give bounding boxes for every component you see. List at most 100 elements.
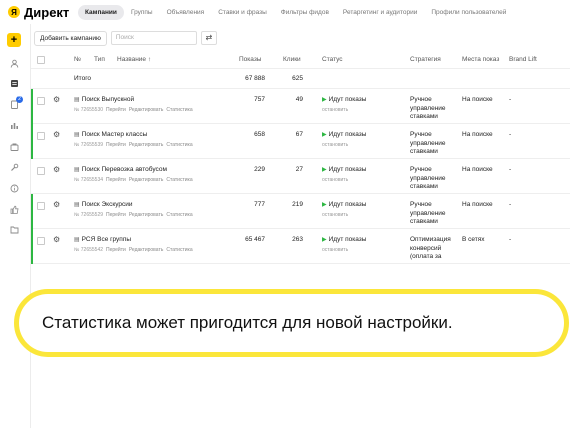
row-checkbox[interactable] [37, 97, 45, 105]
totals-shows: 67 888 [245, 75, 265, 82]
stats-icon[interactable] [10, 121, 19, 130]
row-checkbox[interactable] [37, 132, 45, 140]
search-input[interactable]: Поиск [110, 31, 197, 45]
campaigns-toolbar: Добавить кампанию Поиск ⇄ [31, 28, 217, 48]
shows-value: 777 [254, 201, 265, 208]
shows-value: 229 [254, 166, 265, 173]
brand-lift-value: - [509, 236, 512, 243]
status-text: Идут показы [328, 201, 367, 208]
placement-value: На поиске [462, 96, 493, 103]
campaign-meta: № 72655534 Перейти Редактировать Статистика [74, 177, 193, 183]
campaign-name[interactable]: РСЯ Все группы [82, 236, 131, 243]
campaigns-icon[interactable] [10, 79, 19, 88]
column-placement[interactable]: Места показ [462, 51, 499, 69]
column-type: Тип [94, 56, 105, 63]
edit-link[interactable]: Редактировать [129, 212, 164, 218]
left-rail: + 2 [0, 24, 31, 428]
stop-link[interactable]: остановить [322, 142, 348, 148]
tab-campaigns[interactable]: Кампании [78, 4, 124, 20]
row-checkbox[interactable] [37, 237, 45, 245]
column-name[interactable]: Название ↑ [117, 51, 151, 69]
row-checkbox[interactable] [37, 167, 45, 175]
info-icon[interactable] [10, 184, 19, 193]
go-link[interactable]: Перейти [106, 247, 126, 253]
stats-link[interactable]: Статистика [166, 142, 192, 148]
notifications-icon[interactable]: 2 [10, 96, 23, 109]
strategy-line: управление [410, 209, 446, 217]
campaign-id: № 72655534 [74, 177, 103, 183]
column-status[interactable]: Статус [322, 51, 343, 69]
shows-value: 757 [254, 96, 265, 103]
go-link[interactable]: Перейти [106, 212, 126, 218]
campaign-id: № 72655529 [74, 212, 103, 218]
campaign-meta: № 72655529 Перейти Редактировать Статистика [74, 212, 193, 218]
column-shows[interactable]: Показы [239, 51, 261, 69]
yandex-logo-icon: Я [8, 6, 20, 18]
add-campaign-button[interactable]: Добавить кампанию [34, 30, 107, 46]
column-brand-lift[interactable]: Brand Lift [509, 51, 537, 69]
thumb-icon[interactable] [10, 205, 19, 214]
placement-value: На поиске [462, 166, 493, 173]
edit-link[interactable]: Редактировать [129, 177, 164, 183]
stats-link[interactable]: Статистика [166, 247, 192, 253]
bag-icon[interactable] [10, 142, 19, 151]
network-campaign-icon: ▤ [74, 237, 80, 243]
edit-link[interactable]: Редактировать [129, 247, 164, 253]
folder-icon[interactable] [10, 225, 19, 234]
edit-link[interactable]: Редактировать [129, 142, 164, 148]
gear-icon[interactable]: ⚙ [53, 130, 60, 139]
strategy-line: (оплата за [410, 253, 442, 260]
tab-ads[interactable]: Объявления [160, 5, 212, 20]
tab-retargeting[interactable]: Ретаргетинг и аудитории [336, 5, 424, 20]
stop-link[interactable]: остановить [322, 212, 348, 218]
go-link[interactable]: Перейти [106, 142, 126, 148]
stop-link[interactable]: остановить [322, 177, 348, 183]
campaign-name-cell: ▤ Поиск Мастер классы [74, 131, 147, 138]
tip-text: Статистика может пригодится для новой на… [42, 313, 453, 332]
go-link[interactable]: Перейти [106, 107, 126, 113]
strategy-line: ставками [410, 218, 438, 225]
campaign-name[interactable]: Поиск Перевозка автобусом [82, 166, 167, 173]
campaign-name[interactable]: Поиск Мастер классы [82, 131, 148, 138]
gear-icon[interactable]: ⚙ [53, 200, 60, 209]
go-link[interactable]: Перейти [106, 177, 126, 183]
brand-lift-value: - [509, 96, 512, 103]
active-status-bar [31, 89, 33, 124]
placement-value: В сетях [462, 236, 485, 243]
stats-link[interactable]: Статистика [166, 107, 192, 113]
select-all-checkbox[interactable] [37, 56, 45, 64]
tab-groups[interactable]: Группы [124, 5, 160, 20]
campaign-name-cell: ▤ РСЯ Все группы [74, 236, 131, 243]
status-text: Идут показы [328, 236, 367, 243]
column-clicks[interactable]: Клики [283, 51, 301, 69]
strategy-line: ставками [410, 183, 438, 190]
wrench-icon[interactable] [10, 163, 19, 172]
strategy-cell: Ручное управление ставками [410, 131, 446, 157]
gear-icon[interactable]: ⚙ [53, 165, 60, 174]
stop-link[interactable]: остановить [322, 107, 348, 113]
campaign-name[interactable]: Поиск Экскурсии [82, 201, 133, 208]
play-icon: ▶ [322, 97, 327, 103]
stats-link[interactable]: Статистика [166, 212, 192, 218]
column-strategy[interactable]: Стратегия [410, 51, 441, 69]
gear-icon[interactable]: ⚙ [53, 235, 60, 244]
campaign-meta: № 72655542 Перейти Редактировать Статистика [74, 247, 193, 253]
create-button[interactable]: + [7, 33, 21, 47]
clicks-value: 27 [295, 166, 303, 173]
strategy-cell: Ручное управление ставками [410, 166, 446, 192]
campaign-name[interactable]: Поиск Выпускной [82, 96, 134, 103]
strategy-line: конверсий [410, 244, 442, 252]
tab-bids-phrases[interactable]: Ставки и фразы [211, 5, 274, 20]
tab-user-profiles[interactable]: Профили пользователей [424, 5, 513, 20]
gear-icon[interactable]: ⚙ [53, 95, 60, 104]
text-campaign-icon: ▤ [74, 97, 80, 103]
logo[interactable]: Я Директ [0, 5, 78, 20]
row-checkbox[interactable] [37, 202, 45, 210]
stats-link[interactable]: Статистика [166, 177, 192, 183]
user-icon[interactable] [10, 59, 19, 68]
filter-settings-icon[interactable]: ⇄ [200, 31, 217, 45]
tab-feed-filters[interactable]: Фильтры фидов [274, 5, 336, 20]
stop-link[interactable]: остановить [322, 247, 348, 253]
totals-label: Итого [74, 75, 92, 82]
edit-link[interactable]: Редактировать [129, 107, 164, 113]
